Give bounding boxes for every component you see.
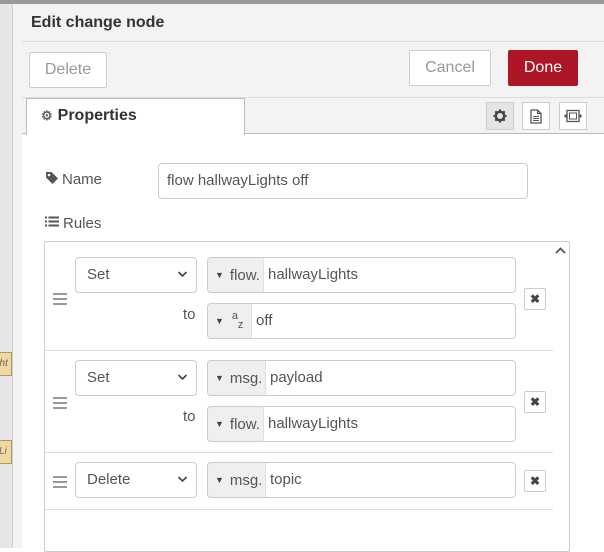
name-input[interactable]: flow hallwayLights off bbox=[158, 163, 528, 199]
tray-toolbar: Delete Cancel Done bbox=[22, 42, 604, 98]
gear-icon bbox=[493, 109, 507, 123]
remove-rule-button[interactable]: ✖ bbox=[524, 470, 546, 492]
input-value: hallwayLights bbox=[268, 266, 359, 283]
rules-label: Rules bbox=[45, 215, 101, 232]
node-stub-label: ght bbox=[0, 358, 8, 369]
input-value: hallwayLights bbox=[268, 415, 359, 432]
list-icon bbox=[45, 216, 59, 227]
chevron-up-icon bbox=[555, 247, 566, 254]
canvas-node-stub[interactable]: ght bbox=[0, 352, 12, 376]
rule-action-select[interactable]: Delete bbox=[75, 462, 197, 498]
rule-action-value: Set bbox=[87, 369, 110, 386]
close-icon: ✖ bbox=[529, 395, 541, 409]
rule-divider bbox=[45, 509, 553, 510]
type-selector[interactable]: ▼ a z bbox=[208, 304, 252, 338]
tab-appearance[interactable] bbox=[559, 102, 587, 130]
caret-down-icon: ▼ bbox=[215, 419, 224, 429]
rule-divider bbox=[45, 452, 553, 453]
flow-canvas[interactable] bbox=[0, 0, 12, 548]
tag-icon bbox=[46, 172, 58, 184]
type-label: msg. bbox=[229, 472, 263, 489]
rules-list[interactable]: Set ▼ flow. hallwayLights to ▼ a z off ✖ Se… bbox=[44, 241, 570, 552]
to-label: to bbox=[183, 408, 196, 425]
type-label: flow. bbox=[229, 267, 260, 284]
node-appearance-icon bbox=[564, 109, 582, 123]
to-label: to bbox=[183, 306, 196, 323]
rule-target-input[interactable]: ▼ msg. payload bbox=[207, 360, 516, 396]
name-label-text: Name bbox=[62, 171, 103, 188]
tray-tabs: ⚙ Properties bbox=[22, 98, 604, 135]
input-value: payload bbox=[270, 369, 323, 386]
rule-source-input[interactable]: ▼ a z off bbox=[207, 303, 516, 339]
caret-down-icon: ▼ bbox=[215, 316, 224, 326]
close-icon: ✖ bbox=[529, 292, 541, 306]
type-selector[interactable]: ▼ msg. bbox=[208, 463, 266, 497]
tab-description[interactable] bbox=[522, 102, 550, 130]
caret-down-icon: ▼ bbox=[215, 373, 224, 383]
input-value: topic bbox=[270, 471, 302, 488]
rule-divider bbox=[45, 350, 553, 351]
close-icon: ✖ bbox=[529, 474, 541, 488]
rule-action-value: Delete bbox=[87, 471, 131, 488]
type-label: msg. bbox=[229, 370, 263, 387]
tray-edge bbox=[12, 0, 22, 548]
edit-tray: Edit change node Delete Cancel Done ⚙ Pro… bbox=[22, 4, 604, 552]
tab-settings[interactable] bbox=[486, 102, 514, 130]
rule-action-select[interactable]: Set bbox=[75, 360, 197, 396]
chevron-down-icon bbox=[177, 258, 188, 306]
input-value: off bbox=[256, 312, 273, 329]
delete-node-button[interactable]: Delete bbox=[29, 52, 107, 88]
chevron-down-icon bbox=[177, 463, 188, 511]
node-stub-label: yLi bbox=[0, 446, 7, 457]
rule-target-input[interactable]: ▼ msg. topic bbox=[207, 462, 516, 498]
chevron-down-icon bbox=[177, 361, 188, 409]
drag-handle-icon[interactable] bbox=[53, 397, 67, 412]
done-button[interactable]: Done bbox=[508, 50, 578, 86]
file-text-icon bbox=[530, 108, 542, 124]
type-label: flow. bbox=[229, 416, 260, 433]
rule-action-select[interactable]: Set bbox=[75, 257, 197, 293]
type-selector[interactable]: ▼ msg. bbox=[208, 361, 266, 395]
caret-down-icon: ▼ bbox=[215, 475, 224, 485]
type-selector[interactable]: ▼ flow. bbox=[208, 258, 264, 292]
drag-handle-icon[interactable] bbox=[53, 476, 67, 491]
tab-properties-label: Properties bbox=[57, 107, 137, 124]
rule-target-input[interactable]: ▼ flow. hallwayLights bbox=[207, 257, 516, 293]
type-selector[interactable]: ▼ flow. bbox=[208, 407, 264, 441]
rules-scrollbar[interactable] bbox=[552, 242, 569, 551]
rules-label-text: Rules bbox=[63, 215, 102, 232]
remove-rule-button[interactable]: ✖ bbox=[524, 391, 546, 413]
name-label: Name bbox=[45, 171, 102, 188]
tab-properties[interactable]: ⚙ Properties bbox=[26, 98, 245, 135]
tray-title: Edit change node bbox=[22, 4, 604, 42]
gear-icon: ⚙ bbox=[41, 108, 53, 123]
cancel-button[interactable]: Cancel bbox=[409, 50, 491, 86]
canvas-node-stub[interactable]: yLi bbox=[0, 440, 12, 464]
remove-rule-button[interactable]: ✖ bbox=[524, 288, 546, 310]
caret-down-icon: ▼ bbox=[215, 270, 224, 280]
rule-source-input[interactable]: ▼ flow. hallwayLights bbox=[207, 406, 516, 442]
drag-handle-icon[interactable] bbox=[53, 293, 67, 308]
az-string-icon: az bbox=[231, 310, 244, 332]
rule-action-value: Set bbox=[87, 266, 110, 283]
